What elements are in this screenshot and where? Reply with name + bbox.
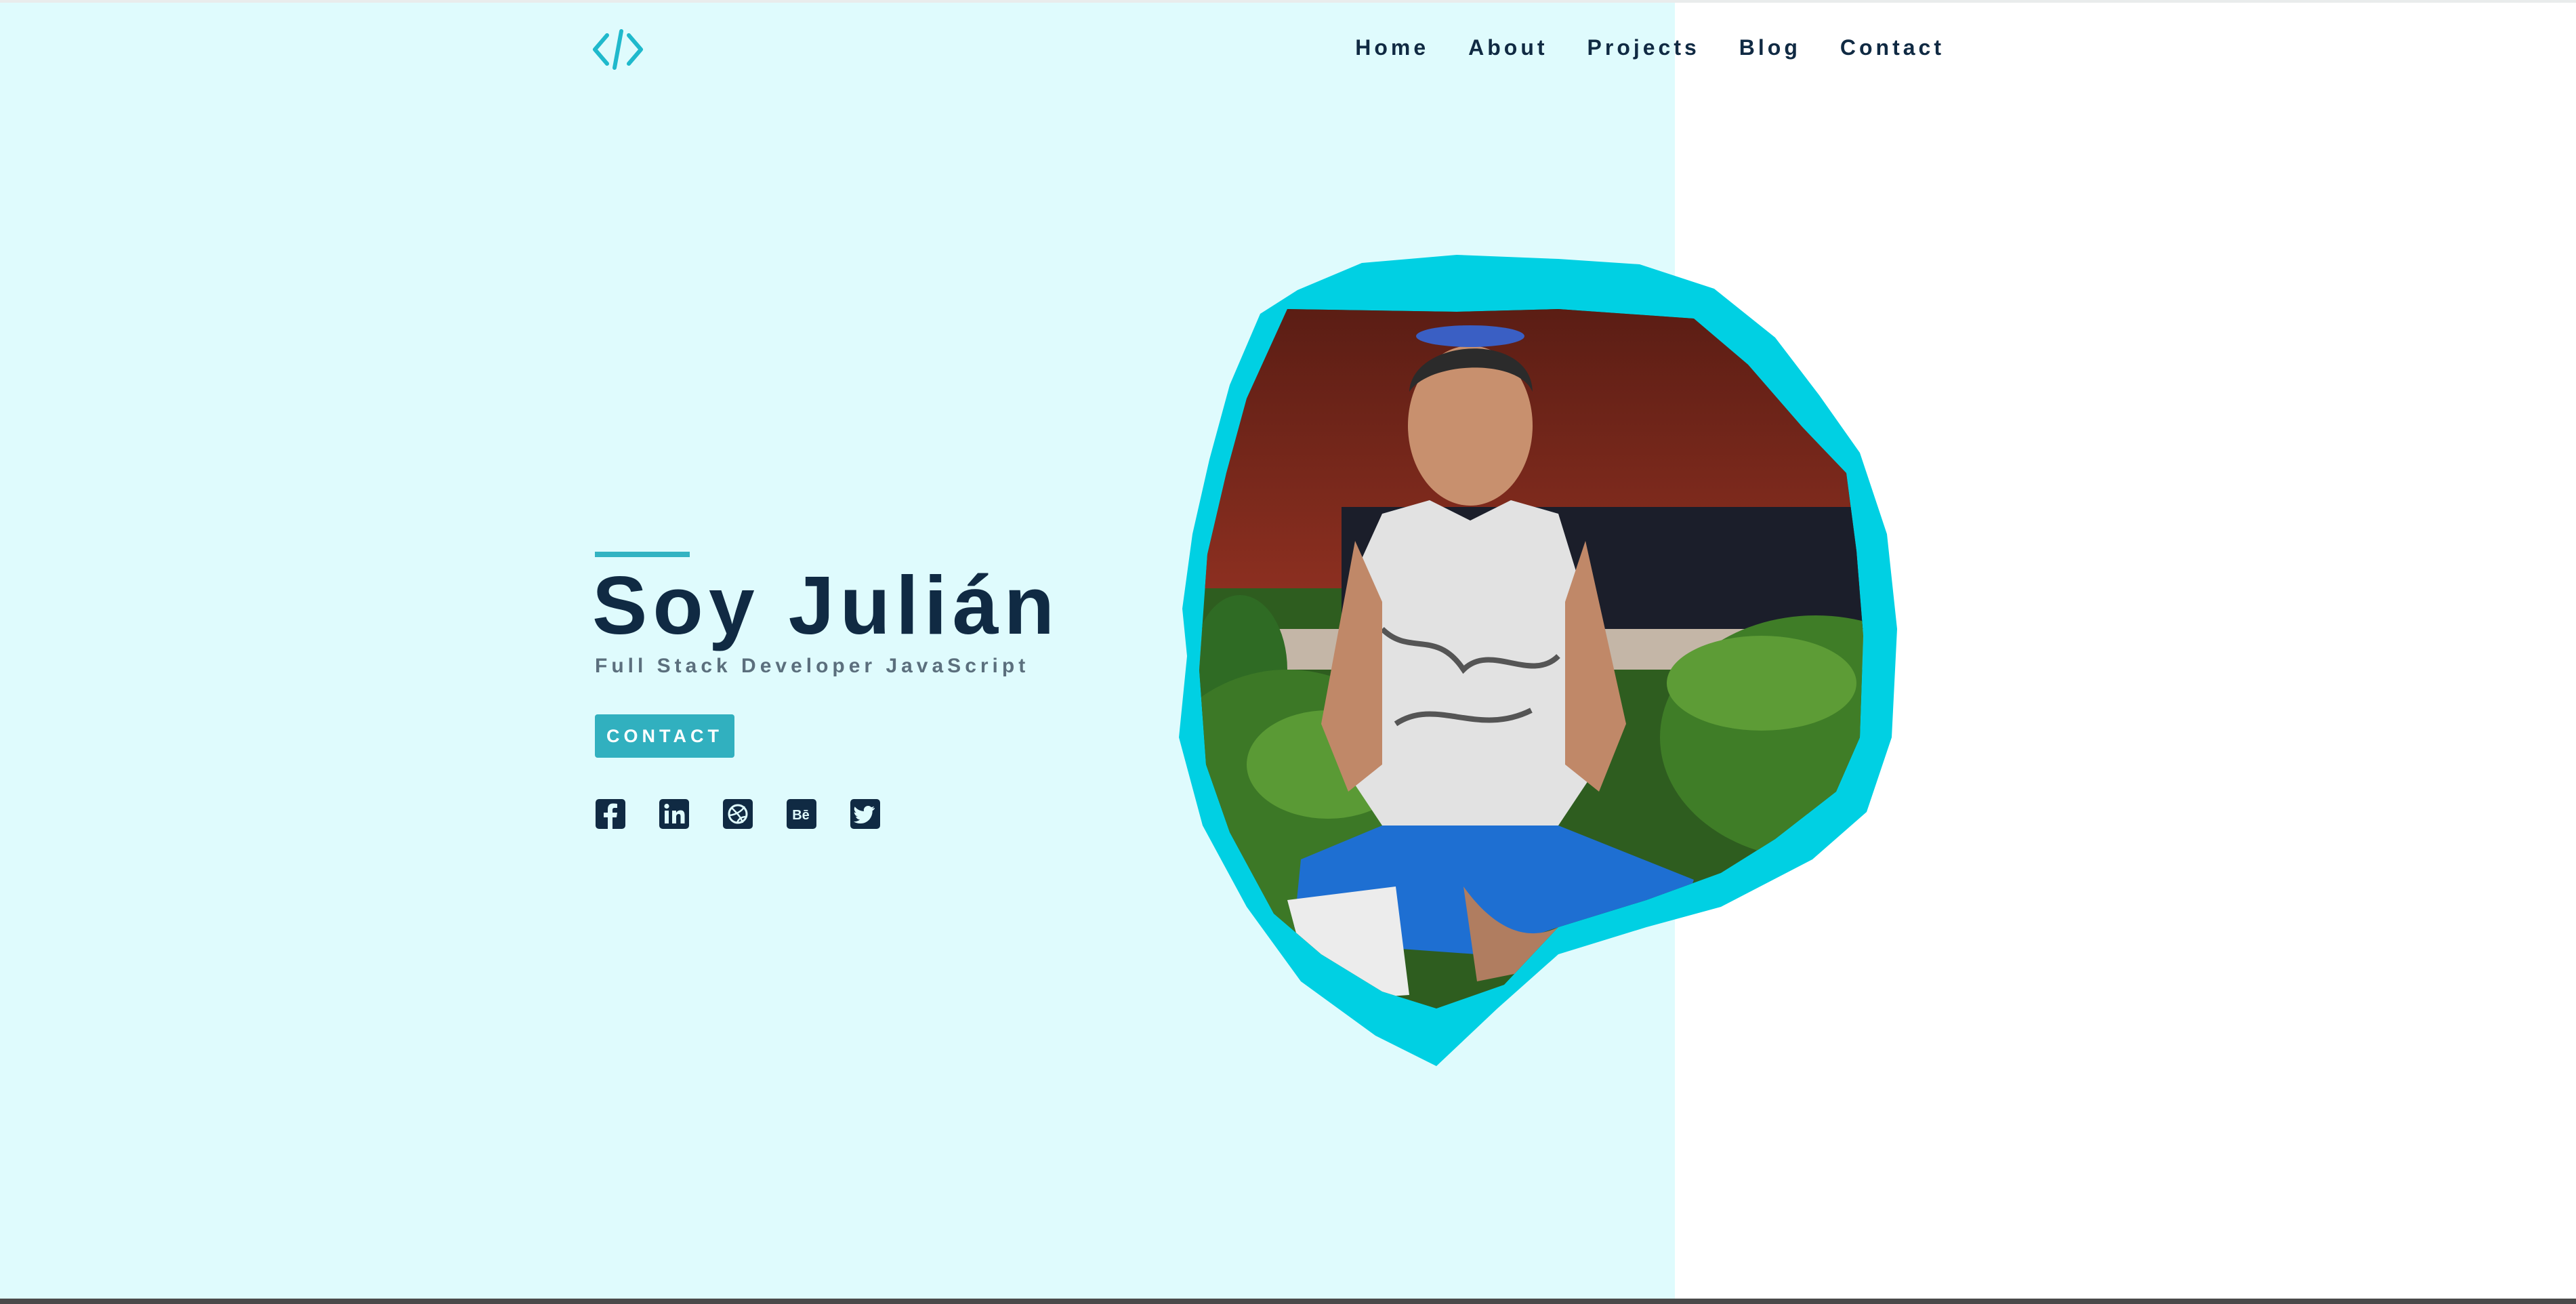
title-accent-line: [595, 552, 690, 557]
svg-text:Bē: Bē: [792, 808, 810, 823]
nav-home[interactable]: Home: [1355, 35, 1429, 60]
social-links: Bē: [595, 798, 881, 830]
linkedin-icon[interactable]: [659, 798, 690, 830]
facebook-icon[interactable]: [595, 798, 626, 830]
nav-projects[interactable]: Projects: [1587, 35, 1700, 60]
contact-button[interactable]: CONTACT: [595, 714, 734, 758]
hero-title: Soy Julián: [592, 559, 1060, 651]
dribbble-icon[interactable]: [722, 798, 753, 830]
bottom-border: [0, 1299, 2576, 1304]
behance-icon[interactable]: Bē: [786, 798, 817, 830]
main-nav: Home About Projects Blog Contact: [1355, 35, 1945, 60]
nav-blog[interactable]: Blog: [1739, 35, 1801, 60]
twitter-icon[interactable]: [850, 798, 881, 830]
nav-about[interactable]: About: [1468, 35, 1547, 60]
hero-subtitle: Full Stack Developer JavaScript: [595, 655, 1030, 677]
code-brackets-icon[interactable]: [591, 26, 645, 73]
nav-contact[interactable]: Contact: [1840, 35, 1945, 60]
profile-photo: [1179, 255, 1897, 1066]
page: Home About Projects Blog Contact Soy Jul…: [0, 0, 2576, 1304]
